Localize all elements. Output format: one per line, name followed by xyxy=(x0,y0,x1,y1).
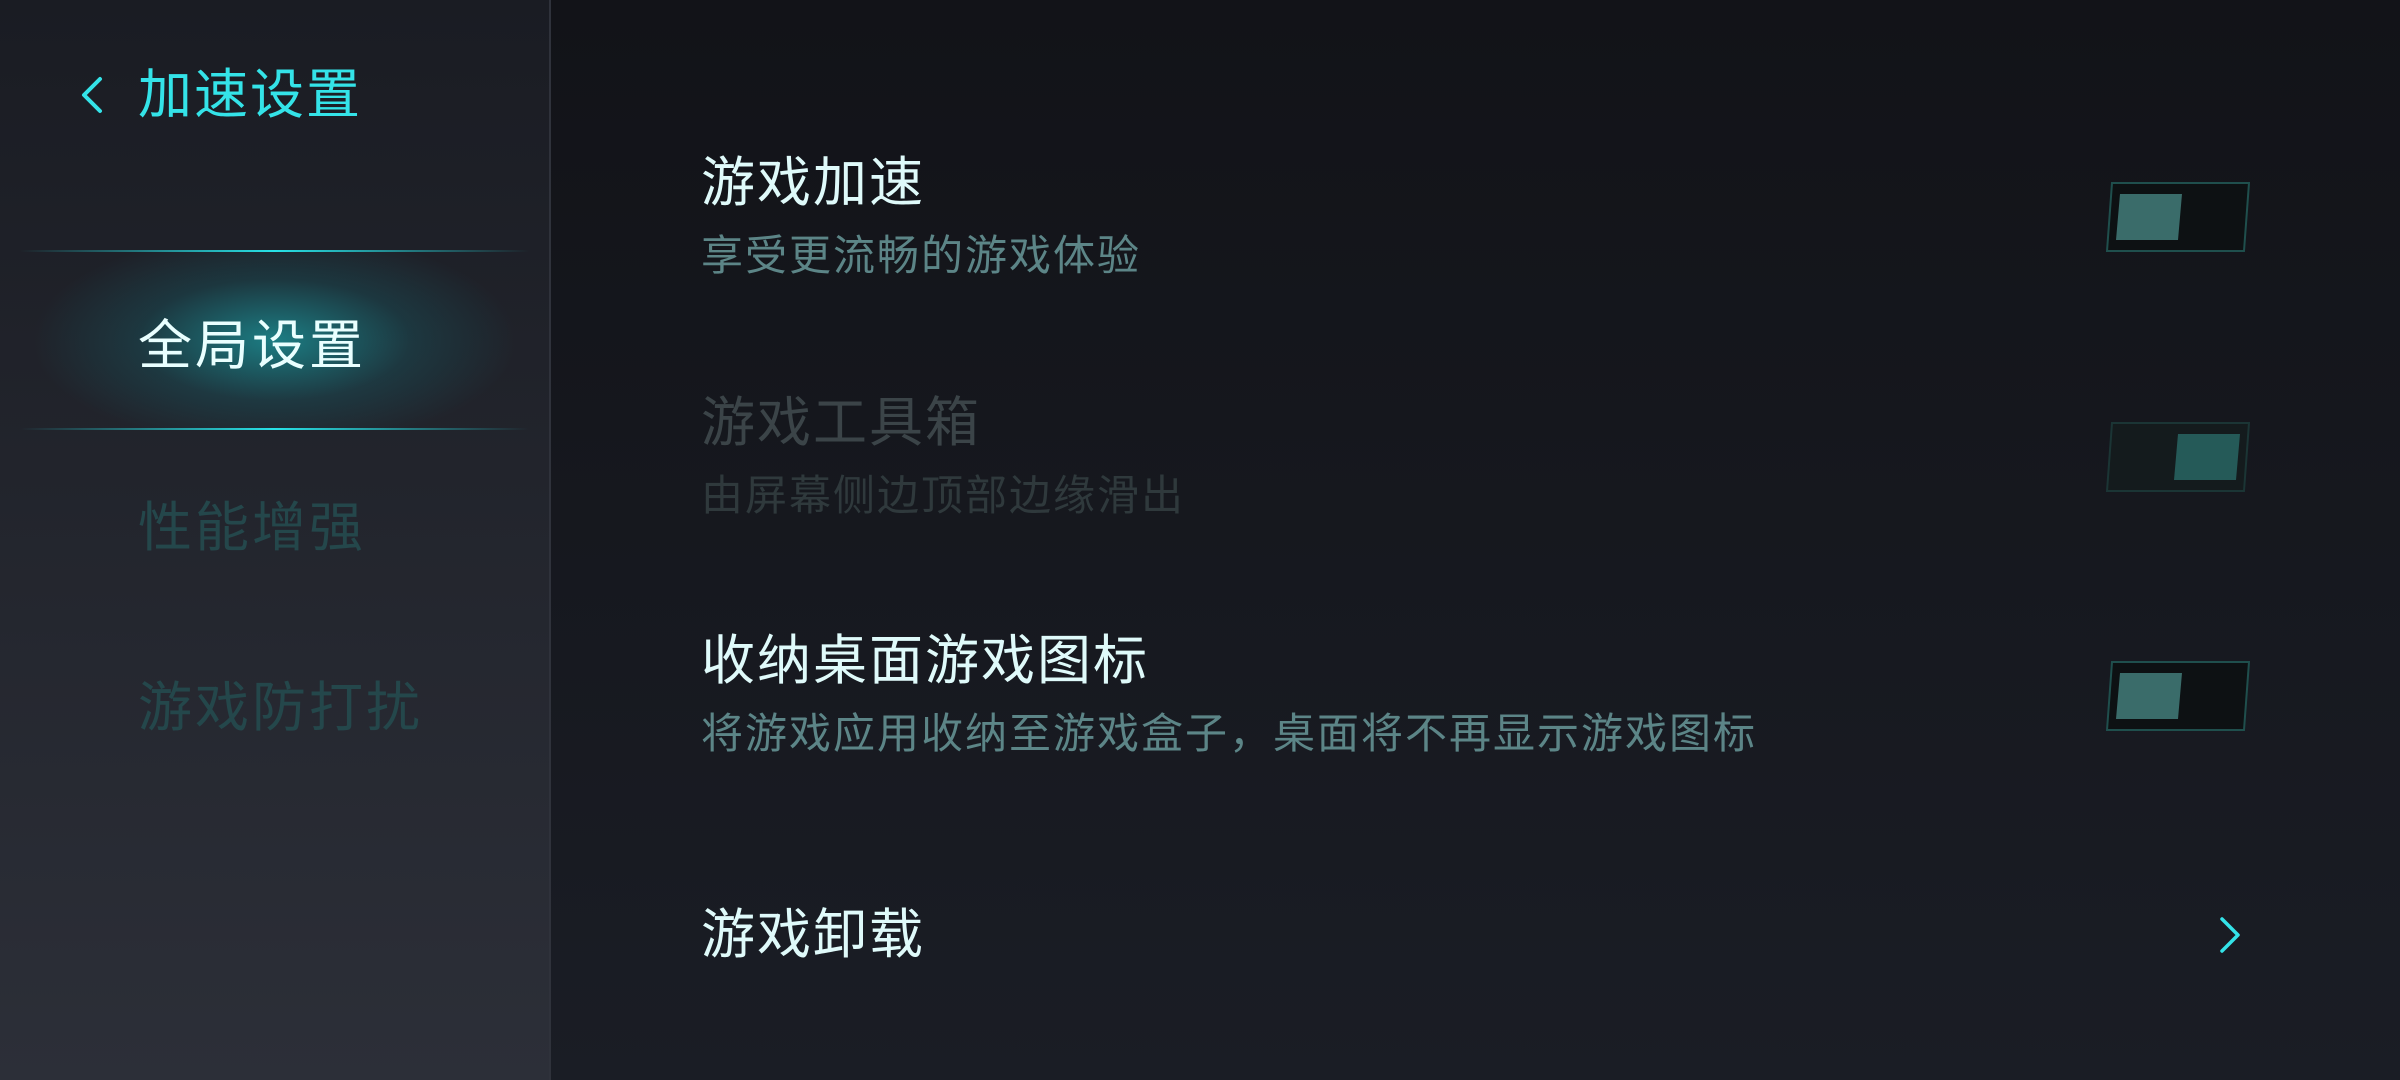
chevron-left-icon[interactable] xyxy=(70,73,114,117)
settings-panel: 游戏加速 享受更流畅的游戏体验 游戏工具箱 由屏幕侧边顶部边缘滑出 收纳桌面游戏… xyxy=(551,0,2400,1080)
active-edge-bottom xyxy=(20,428,529,430)
sidebar-item-global-settings[interactable]: 全局设置 xyxy=(0,250,549,430)
setting-game-toolbox: 游戏工具箱 由屏幕侧边顶部边缘滑出 xyxy=(701,388,2251,526)
chevron-right-icon[interactable] xyxy=(2210,915,2250,955)
sidebar-item-performance[interactable]: 性能增强 xyxy=(0,432,549,612)
setting-game-uninstall[interactable]: 游戏卸载 xyxy=(701,900,2251,970)
setting-title: 收纳桌面游戏图标 xyxy=(701,629,1149,692)
game-settings-app: 加速设置 全局设置 性能增强 游戏防打扰 游戏加速 享受更流畅的游戏体验 游戏工… xyxy=(0,0,2400,1080)
setting-description: 将游戏应用收纳至游戏盒子，桌面将不再显示游戏图标 xyxy=(701,709,1758,758)
game-acceleration-toggle[interactable] xyxy=(2105,182,2251,252)
active-edge-top xyxy=(20,250,529,252)
setting-hide-desktop-icons: 收纳桌面游戏图标 将游戏应用收纳至游戏盒子，桌面将不再显示游戏图标 xyxy=(701,626,2251,764)
setting-game-acceleration: 游戏加速 享受更流畅的游戏体验 xyxy=(701,148,2251,286)
page-title: 加速设置 xyxy=(138,63,362,126)
game-toolbox-toggle[interactable] xyxy=(2105,422,2251,492)
hide-desktop-icons-toggle[interactable] xyxy=(2105,661,2251,731)
sidebar-item-label: 游戏防打扰 xyxy=(138,675,423,739)
setting-title: 游戏卸载 xyxy=(701,903,925,966)
setting-description: 由屏幕侧边顶部边缘滑出 xyxy=(701,471,1186,520)
sidebar-item-do-not-disturb[interactable]: 游戏防打扰 xyxy=(0,612,549,792)
sidebar-item-label: 全局设置 xyxy=(138,313,366,377)
setting-title: 游戏加速 xyxy=(701,151,925,214)
setting-title: 游戏工具箱 xyxy=(701,391,981,454)
sidebar: 加速设置 全局设置 性能增强 游戏防打扰 xyxy=(0,0,551,1080)
sidebar-item-label: 性能增强 xyxy=(138,495,366,559)
back-header[interactable]: 加速设置 xyxy=(70,55,362,135)
setting-description: 享受更流畅的游戏体验 xyxy=(701,231,1142,280)
